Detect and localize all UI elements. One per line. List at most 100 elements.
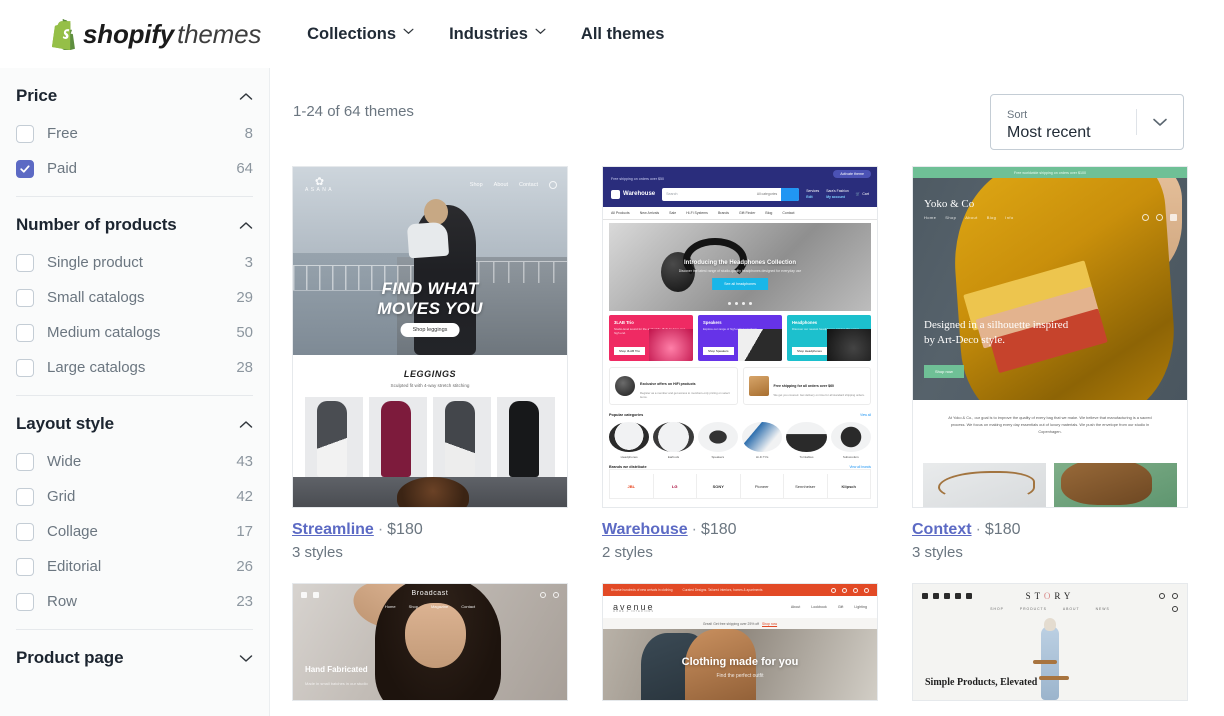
theme-thumbnail-streamline[interactable]: ✿ ASANA Shop About Contact FIND WHAT MOV… [292,166,568,508]
nav-item-collections[interactable]: Collections [307,25,414,44]
checkbox-paid[interactable] [16,159,34,178]
theme-name-link-streamline[interactable]: Streamline [292,521,374,538]
theme-meta-context: Context · $180 3 styles [912,508,1188,561]
filter-count-medium-catalogs: 50 [236,324,253,341]
checkbox-editorial[interactable] [16,557,34,576]
search-icon [831,587,836,593]
filter-count-collage: 17 [236,523,253,540]
site-header: shopify themes Collections Industries All… [0,0,1224,68]
preview-nav-item: PRODUCTS [1019,607,1047,611]
filter-option-paid[interactable]: Paid 64 [16,151,253,186]
preview-footer-figure [397,477,470,507]
preview-menu-item: Contact [782,211,795,215]
preview-store-name: Warehouse [623,191,656,197]
results-toolbar: 1-24 of 64 themes Sort Most recent [292,68,1190,150]
filter-option-grid[interactable]: Grid 42 [16,479,253,514]
theme-meta-warehouse: Warehouse · $180 2 styles [602,508,878,561]
checkbox-single-product[interactable] [16,253,34,272]
preview-menu-item: Sale [669,211,677,215]
preview-nav-item: Gift [837,605,844,609]
search-icon [1142,214,1149,221]
checkbox-grid[interactable] [16,487,34,506]
brand-logo[interactable]: shopify themes [48,18,261,52]
checkbox-medium-catalogs[interactable] [16,323,34,342]
filter-option-editorial[interactable]: Editorial 26 [16,549,253,584]
preview-section: LEGGINGS Sculpted fit with 4-way stretch… [293,355,567,507]
preview-hero-heading-line2: by Art-Deco style. [924,334,1005,346]
filter-count-small-catalogs: 29 [236,289,253,306]
preview-about-text: At Yoko & Co., our goal is to improve th… [948,415,1152,434]
filter-option-single-product[interactable]: Single product 3 [16,245,253,280]
checkbox-small-catalogs[interactable] [16,288,34,307]
preview-store-name: Broadcast [411,590,449,597]
filter-option-free[interactable]: Free 8 [16,116,253,151]
filter-group-price-header[interactable]: Price [16,68,253,116]
chevron-up-icon[interactable] [239,218,253,232]
theme-results-main: 1-24 of 64 themes Sort Most recent ✿ ASA… [270,68,1224,716]
chevron-down-icon[interactable] [239,651,253,665]
preview-info-card: Free shipping for all orders over $60 We… [742,367,871,405]
preview-hero-heading-line1: FIND WHAT [381,279,479,298]
preview-image-row [923,463,1177,507]
filter-option-medium-catalogs[interactable]: Medium catalogs 50 [16,315,253,350]
preview-brand: Klipsch [841,483,856,489]
filter-option-collage[interactable]: Collage 17 [16,514,253,549]
theme-thumbnail-broadcast[interactable]: Broadcast Home Shop Magazine Contact Han… [292,583,568,701]
nav-item-industries[interactable]: Industries [449,25,546,44]
checkbox-free[interactable] [16,124,34,143]
nav-item-all-themes[interactable]: All themes [581,25,664,44]
preview-store-name: Yoko & Co [924,198,975,210]
filter-option-wide[interactable]: Wide 43 [16,444,253,479]
preview-hero: Clothing made for you Find the perfect o… [603,629,877,700]
chevron-up-icon[interactable] [239,417,253,431]
preview-brand: Pioneer [741,474,784,498]
preview-nav-item: Home [924,215,937,220]
checkbox-wide[interactable] [16,452,34,471]
sort-select[interactable]: Sort Most recent [990,94,1184,150]
preview-hero-heading: FIND WHAT MOVES YOU [293,279,567,319]
filter-group-product-page-header[interactable]: Product page [16,630,253,678]
chevron-down-icon[interactable] [1137,95,1183,149]
sort-select-text: Sort Most recent [991,95,1136,149]
checkbox-large-catalogs[interactable] [16,358,34,377]
filter-count-grid: 42 [236,488,253,505]
preview-category-name: Earbuds [667,455,680,459]
filter-count-free: 8 [244,125,253,142]
filter-group-number-of-products-header[interactable]: Number of products [16,197,253,245]
preview-hero: ✿ ASANA Shop About Contact FIND WHAT MOV… [293,167,567,355]
filter-option-small-catalogs[interactable]: Small catalogs 29 [16,280,253,315]
theme-thumbnail-context[interactable]: Free worldwide shipping on orders over $… [912,166,1188,508]
preview-announcement-bar: Free shipping on orders over $50 Activat… [603,167,877,181]
theme-preview-broadcast: Broadcast Home Shop Magazine Contact Han… [293,584,567,700]
theme-thumbnail-story[interactable]: STORY SHOP PRODUCTS ABOUT NEWS Simple Pr… [912,583,1188,701]
preview-nav-item: About [965,215,978,220]
theme-thumbnail-avenue[interactable]: Browse hundreds of new arrivals in cloth… [602,583,878,701]
preview-announcement-text: Browse hundreds of new arrivals in cloth… [611,588,673,592]
preview-nav-item: Home [384,604,396,609]
theme-card-broadcast: Broadcast Home Shop Magazine Contact Han… [292,583,568,701]
filter-group-price: Price Free 8 Paid 64 [16,68,253,186]
theme-name-link-warehouse[interactable]: Warehouse [602,521,688,538]
preview-promo-card: Headphones Discover our newest headphone… [787,315,871,361]
chevron-up-icon[interactable] [239,89,253,103]
filter-option-row[interactable]: Row 23 [16,584,253,619]
filter-group-layout-style-header[interactable]: Layout style [16,396,253,444]
filter-label-large-catalogs: Large catalogs [47,359,146,376]
nav-label-all-themes: All themes [580,24,665,43]
preview-section-link: View all [860,413,871,417]
preview-product-image [369,397,427,479]
checkbox-row[interactable] [16,592,34,611]
theme-thumbnail-warehouse[interactable]: Free shipping on orders over $50 Activat… [602,166,878,508]
preview-section-title: Popular categories [609,413,644,417]
theme-card-context: Free worldwide shipping on orders over $… [912,166,1188,561]
checkbox-collage[interactable] [16,522,34,541]
theme-preview-story: STORY SHOP PRODUCTS ABOUT NEWS Simple Pr… [913,584,1187,700]
main-navigation: Collections Industries All themes [307,25,664,44]
filter-group-layout-style: Layout style Wide 43 Grid 42 Collage 17 [16,396,253,619]
preview-promo-image [649,328,693,361]
preview-topbar-icons [831,587,869,593]
theme-name-link-context[interactable]: Context [912,521,972,538]
filter-option-large-catalogs[interactable]: Large catalogs 28 [16,350,253,385]
cart-icon [864,587,869,593]
chevron-down-icon [403,28,414,38]
